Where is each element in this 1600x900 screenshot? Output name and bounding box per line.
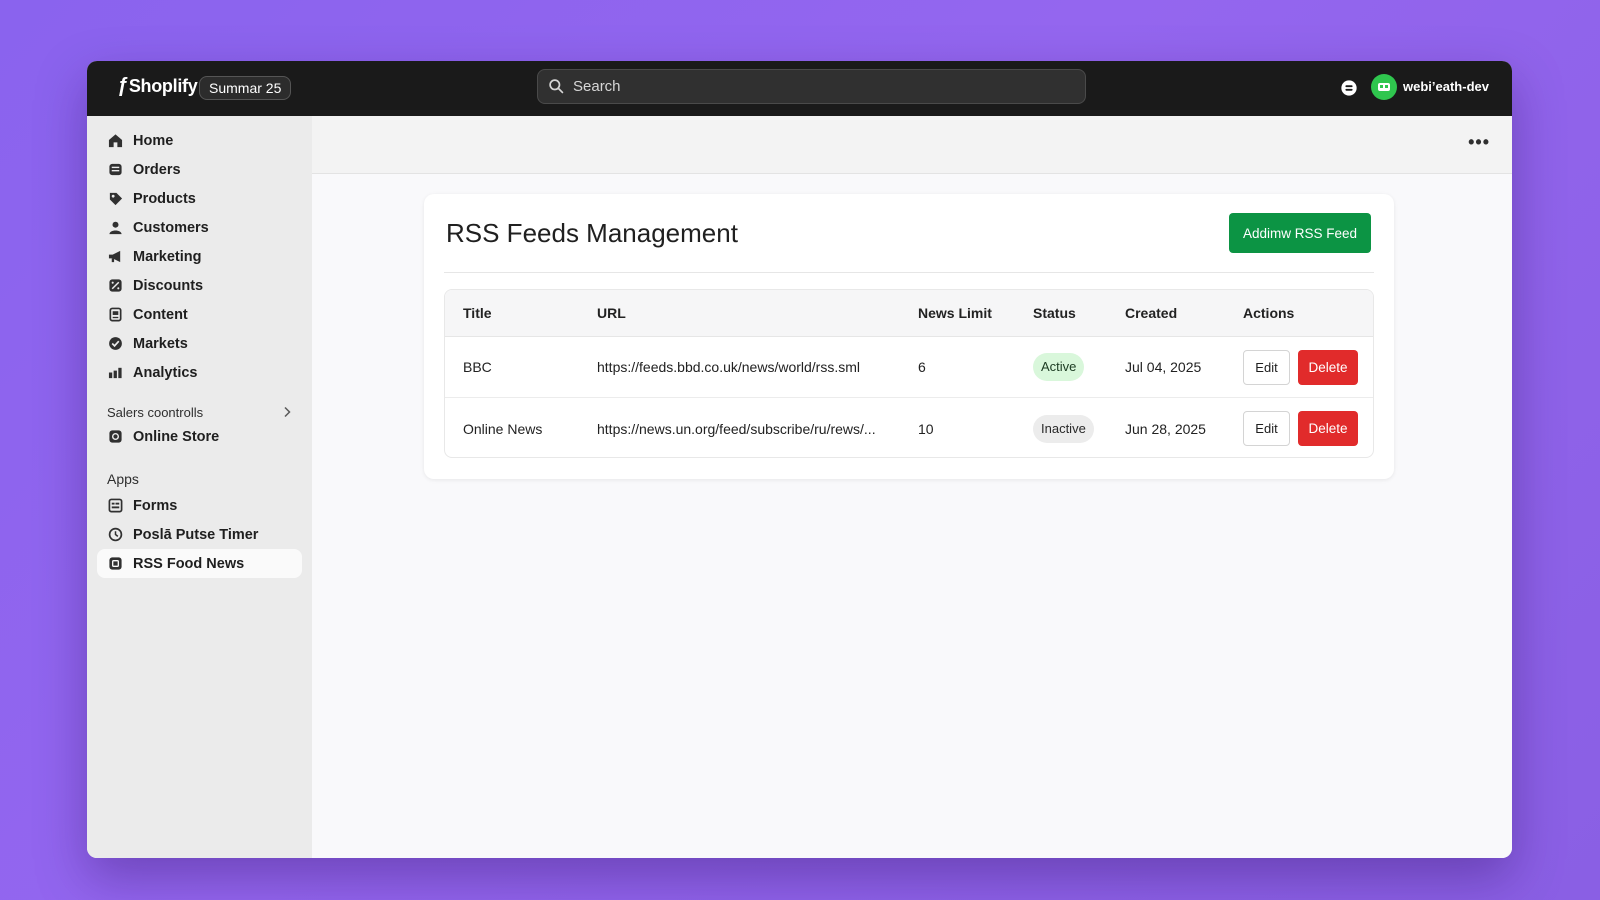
edition-badge: Summar 25 (199, 76, 292, 100)
feed-created-date: Jul 04, 2025 (1125, 359, 1202, 375)
sidebar-item-label: Products (133, 190, 196, 207)
store-avatar-icon (1378, 83, 1390, 91)
notification-bell-icon[interactable] (1340, 79, 1358, 97)
apps-header[interactable]: Apps (97, 466, 302, 491)
store-name[interactable]: webi’eath-dev (1403, 79, 1489, 94)
globe-icon (107, 336, 123, 352)
apps-label: Apps (107, 470, 139, 487)
sidebar-item-markets[interactable]: Markets (97, 329, 302, 358)
top-bar: ƒ Shoplify Summar 25 Search webi’eath-de… (87, 61, 1512, 116)
table-row: Online News https://news.un.org/feed/sub… (445, 398, 1373, 457)
sidebar-item-orders[interactable]: Orders (97, 155, 302, 184)
sidebar-item-label: Orders (133, 161, 181, 178)
sidebar-item-content[interactable]: Content (97, 300, 302, 329)
sidebar-item-label: Discounts (133, 277, 204, 294)
add-rss-feed-button[interactable]: Addimw RSS Feed (1229, 213, 1371, 253)
avatar[interactable] (1371, 74, 1397, 100)
sidebar: Home Orders Products Customers Marketing… (87, 116, 312, 858)
delete-button[interactable]: Delete (1298, 411, 1358, 446)
orders-icon (107, 162, 123, 178)
search-input[interactable]: Search (537, 69, 1086, 104)
timer-icon (107, 527, 123, 543)
brand-name: Shoplify (128, 76, 198, 96)
status-badge: Inactive (1033, 414, 1094, 443)
edit-button[interactable]: Edit (1243, 411, 1290, 446)
sidebar-item-label: Markets (133, 335, 188, 352)
column-header-created[interactable]: Created (1125, 290, 1177, 336)
discount-icon (107, 278, 123, 294)
column-header-status[interactable]: Status (1033, 290, 1076, 336)
divider (444, 272, 1374, 273)
content-icon (107, 307, 123, 323)
app-window: ƒ Shoplify Summar 25 Search webi’eath-de… (87, 61, 1512, 858)
actions-cell: Edit Delete (1243, 398, 1358, 457)
table-header-row: Title URL News Limit Status Created Acti… (445, 290, 1373, 337)
form-icon (107, 498, 123, 514)
delete-button[interactable]: Delete (1298, 349, 1358, 385)
column-header-actions: Actions (1243, 305, 1295, 321)
sidebar-item-products[interactable]: Products (97, 184, 302, 213)
shopify-logo[interactable]: ƒ Shoplify (117, 75, 198, 98)
shopping-bag-icon: ƒ (117, 75, 128, 97)
status-cell: Active (1033, 337, 1085, 397)
sidebar-item-label: Poslā Putse Timer (133, 526, 259, 543)
feed-title: Online News (463, 420, 543, 437)
feed-news-limit: 6 (918, 359, 926, 375)
app-icon (107, 556, 123, 572)
sidebar-item-pulse-timer[interactable]: Poslā Putse Timer (97, 520, 302, 549)
sidebar-item-label: Online Store (133, 428, 220, 445)
person-icon (107, 220, 123, 236)
column-header-news-limit[interactable]: News Limit (918, 290, 992, 336)
sidebar-item-label: Forms (133, 497, 178, 514)
sidebar-item-label: Analytics (133, 364, 198, 381)
sidebar-item-label: RSS Food News (133, 555, 245, 572)
store-icon (107, 429, 123, 445)
status-badge: Active (1033, 353, 1085, 381)
feed-url: https://feeds.bbd.co.uk/news/world/rss.s… (597, 359, 860, 375)
sidebar-item-home[interactable]: Home (97, 126, 302, 155)
main-content: RSS Feeds Management Addimw RSS Feed Tit… (312, 174, 1512, 858)
table-row: BBC https://feeds.bbd.co.uk/news/world/r… (445, 337, 1373, 398)
rss-feeds-table: Title URL News Limit Status Created Acti… (444, 289, 1374, 458)
more-actions-button[interactable]: ••• (1468, 132, 1490, 153)
column-header-title[interactable]: Title (463, 290, 492, 336)
sales-channels-label: Salers coontrolls (107, 404, 204, 420)
search-icon (549, 79, 564, 94)
page-header: ••• (312, 116, 1512, 174)
sidebar-item-marketing[interactable]: Marketing (97, 242, 302, 271)
sidebar-item-forms[interactable]: Forms (97, 491, 302, 520)
megaphone-icon (107, 249, 123, 265)
sidebar-item-discounts[interactable]: Discounts (97, 271, 302, 300)
home-icon (107, 133, 123, 149)
chevron-right-icon[interactable] (282, 406, 292, 418)
bar-chart-icon (107, 365, 123, 381)
sidebar-item-label: Content (133, 306, 188, 323)
rss-feeds-card: RSS Feeds Management Addimw RSS Feed Tit… (424, 194, 1394, 479)
sales-channels-header[interactable]: Salers coontrolls (97, 402, 302, 422)
edit-button[interactable]: Edit (1243, 349, 1290, 385)
sidebar-item-label: Customers (133, 219, 209, 236)
column-header-url[interactable]: URL (597, 290, 626, 336)
sidebar-item-label: Home (133, 132, 174, 149)
feed-created-date: Jun 28, 2025 (1125, 420, 1206, 437)
sidebar-item-analytics[interactable]: Analytics (97, 358, 302, 387)
feed-news-limit: 10 (918, 420, 934, 437)
status-cell: Inactive (1033, 398, 1094, 457)
actions-cell: Edit Delete (1243, 337, 1358, 397)
sidebar-item-customers[interactable]: Customers (97, 213, 302, 242)
feed-title: BBC (463, 359, 492, 375)
sidebar-item-label: Marketing (133, 248, 202, 265)
search-placeholder: Search (573, 78, 621, 95)
feed-url: https://news.un.org/feed/subscribe/ru/re… (597, 420, 876, 437)
tag-icon (107, 191, 123, 207)
page-title: RSS Feeds Management (446, 218, 738, 248)
sidebar-item-online-store[interactable]: Online Store (97, 422, 302, 451)
sidebar-item-rss-food-news[interactable]: RSS Food News (97, 549, 302, 578)
